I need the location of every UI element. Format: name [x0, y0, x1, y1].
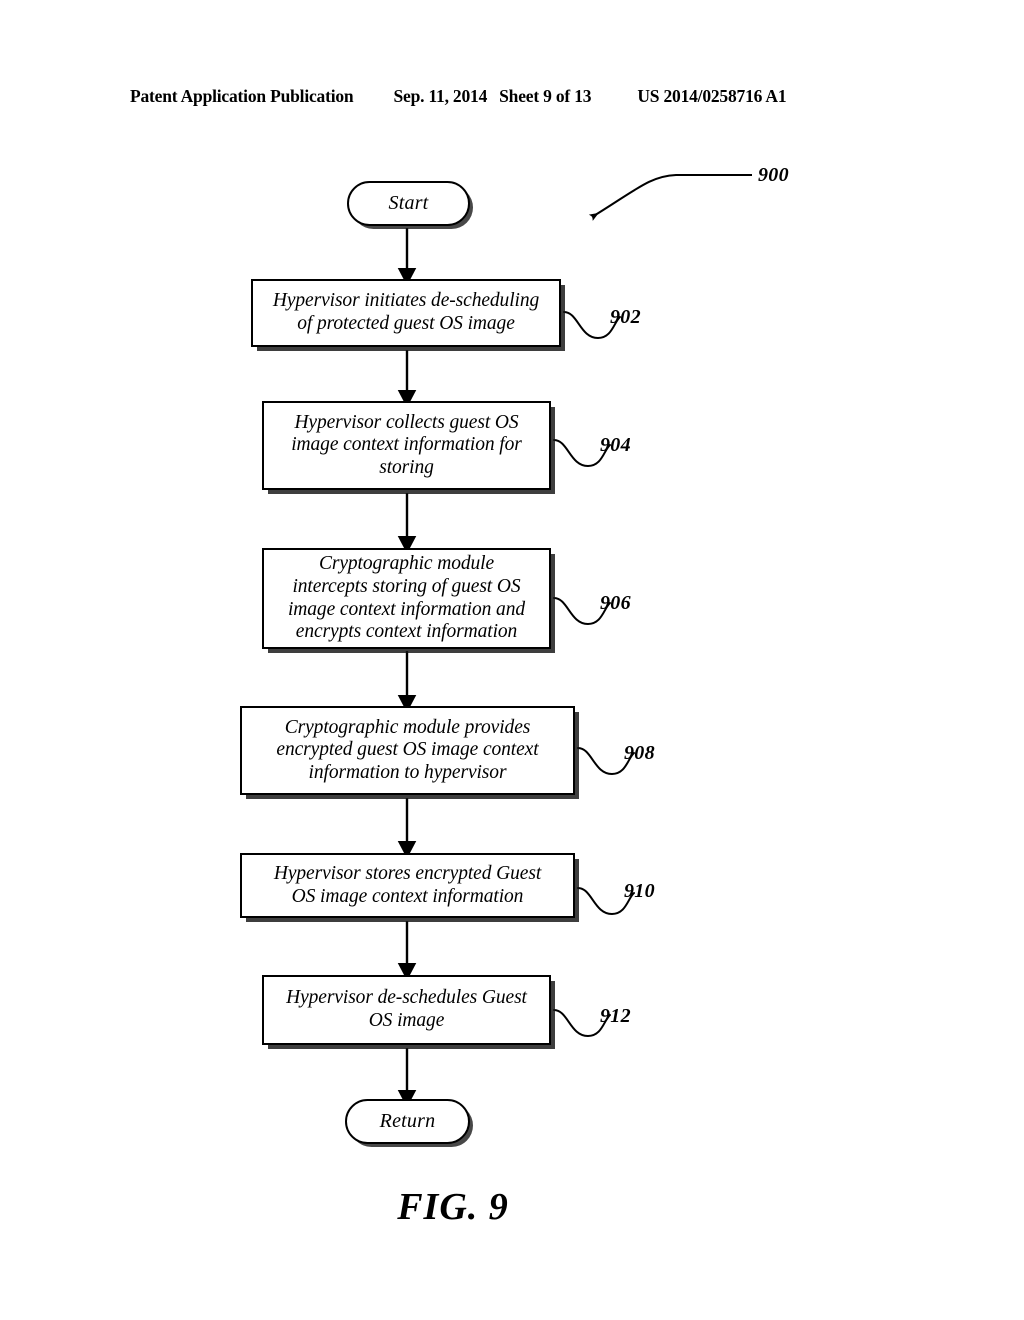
- flowchart-step-904: Hypervisor collects guest OS image conte…: [262, 401, 551, 490]
- flowchart-step-910: Hypervisor stores encrypted Guest OS ima…: [240, 853, 575, 918]
- reference-numeral-912: 912: [600, 1005, 631, 1027]
- start-node-label: Start: [388, 192, 429, 214]
- step-902-text: Hypervisor initiates de-scheduling of pr…: [272, 290, 540, 334]
- flowchart-step-908: Cryptographic module provides encrypted …: [240, 706, 575, 795]
- reference-numeral-910: 910: [624, 880, 655, 902]
- step-904-text: Hypervisor collects guest OS image conte…: [291, 411, 522, 478]
- figure-caption: FIG. 9: [0, 1185, 1024, 1229]
- flowchart-start-node: Start: [347, 181, 470, 226]
- flowchart-step-912: Hypervisor de-schedules Guest OS image: [262, 975, 551, 1045]
- reference-numeral-900: 900: [758, 164, 789, 186]
- reference-numeral-902: 902: [610, 306, 641, 328]
- flowchart-connectors: [397, 174, 752, 1108]
- figure-caption-text: FIG. 9: [397, 1186, 509, 1228]
- return-node-label: Return: [379, 1110, 436, 1132]
- flowchart-figure: Start 900 Hypervisor initiates de-schedu…: [0, 0, 1024, 1320]
- step-910-text: Hypervisor stores encrypted Guest OS ima…: [273, 862, 542, 907]
- step-912-text: Hypervisor de-schedules Guest OS image: [286, 987, 527, 1031]
- flowchart-step-906: Cryptographic module intercepts storing …: [262, 548, 551, 649]
- flowchart-return-node: Return: [345, 1099, 470, 1144]
- step-908-text: Cryptographic module provides encrypted …: [276, 716, 539, 783]
- reference-numeral-906: 906: [600, 592, 631, 614]
- reference-numeral-904: 904: [600, 434, 631, 456]
- leader-line-900: [588, 174, 752, 221]
- step-906-text: Cryptographic module intercepts storing …: [287, 553, 526, 643]
- reference-numeral-908: 908: [624, 742, 655, 764]
- flowchart-step-902: Hypervisor initiates de-scheduling of pr…: [251, 279, 561, 347]
